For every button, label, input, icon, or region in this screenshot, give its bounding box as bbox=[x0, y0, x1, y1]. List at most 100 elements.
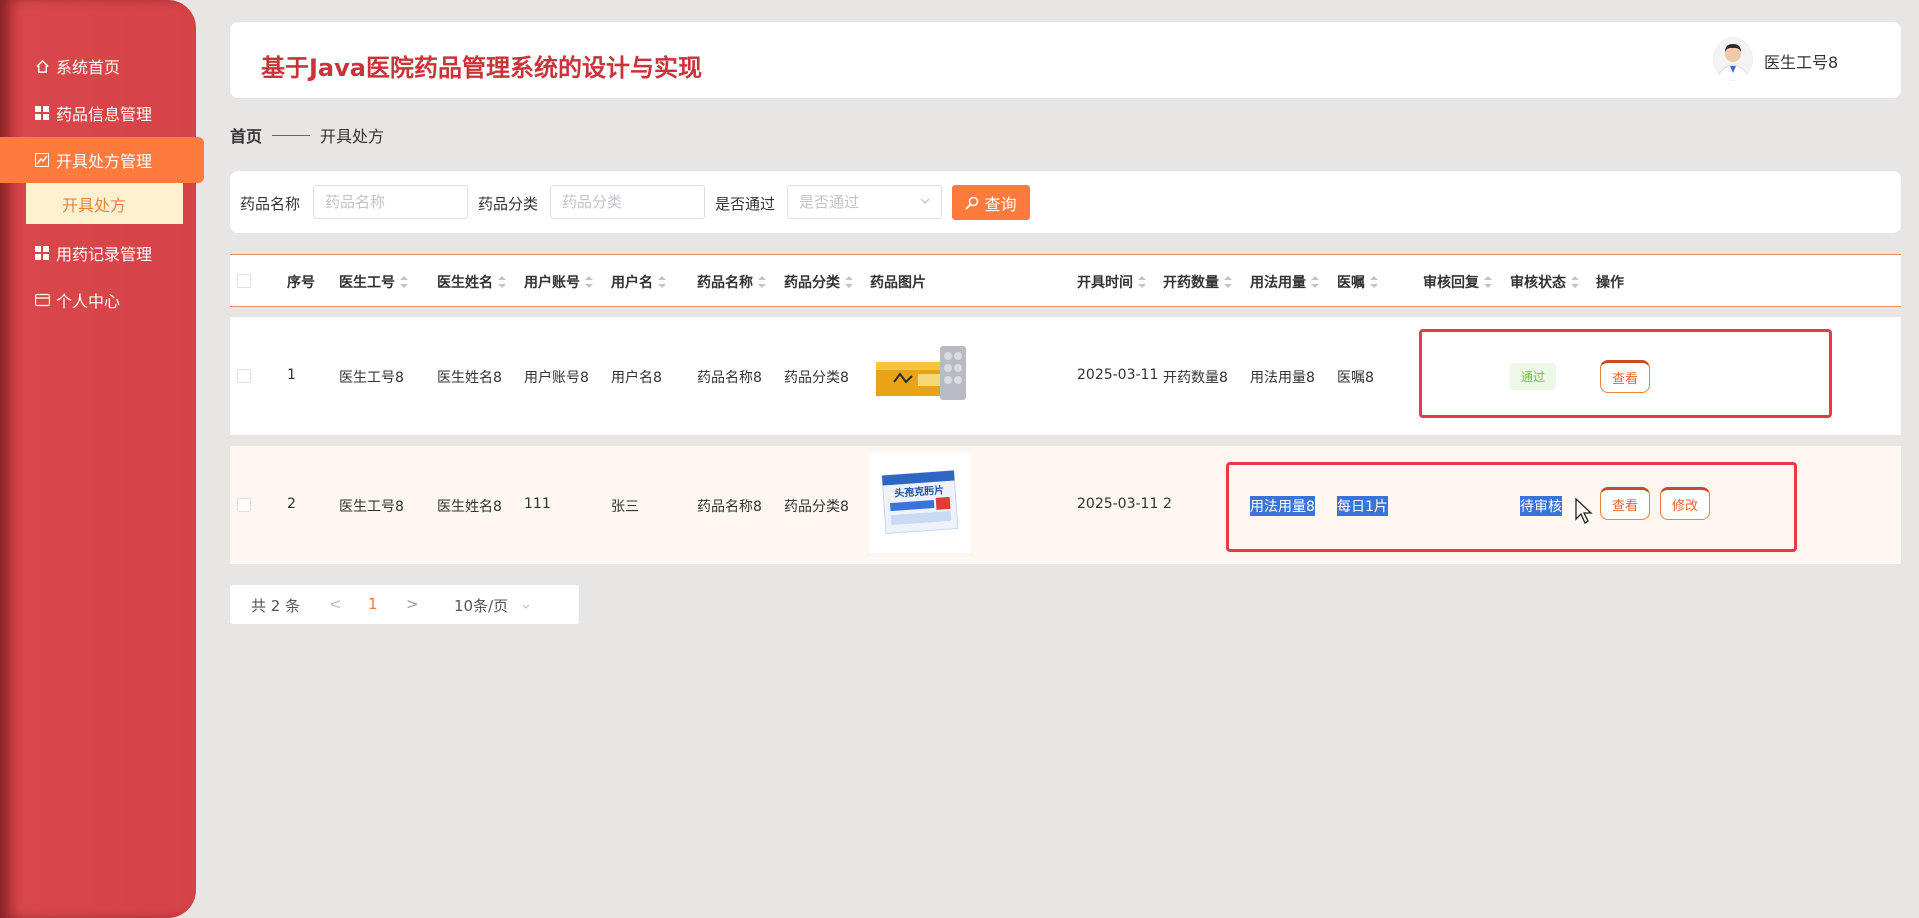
annotation-box bbox=[1419, 329, 1832, 418]
column-header: 序号 bbox=[287, 275, 315, 291]
sort-icon[interactable] bbox=[400, 275, 408, 289]
cell-index: 2 bbox=[287, 496, 296, 512]
column-header[interactable]: 开具时间 bbox=[1077, 272, 1146, 292]
header-bar: 基于Java医院药品管理系统的设计与实现 医生工号8 bbox=[230, 22, 1901, 98]
cell-usage: 用法用量8 bbox=[1250, 370, 1315, 386]
cell-quantity: 开药数量8 bbox=[1163, 370, 1228, 386]
column-header[interactable]: 药品分类 bbox=[784, 272, 853, 292]
drug-name-label: 药品名称 bbox=[240, 195, 301, 213]
sidebar-item-label: 开具处方管理 bbox=[56, 152, 153, 171]
wallet-icon bbox=[34, 292, 50, 308]
pagination-total: 共 2 条 bbox=[251, 597, 301, 615]
cell-time: 2025-03-11 bbox=[1077, 367, 1159, 383]
user-name[interactable]: 医生工号8 bbox=[1764, 49, 1838, 73]
category-label: 药品分类 bbox=[478, 195, 539, 213]
cell-doctor-name: 医生姓名8 bbox=[437, 499, 502, 515]
category-input[interactable]: 药品分类 bbox=[550, 185, 705, 219]
search-button-label: 查询 bbox=[984, 194, 1017, 214]
sort-icon[interactable] bbox=[1138, 275, 1146, 289]
column-header[interactable]: 用户名 bbox=[611, 272, 666, 292]
sidebar-item-label: 药品信息管理 bbox=[56, 105, 153, 124]
sort-icon[interactable] bbox=[1571, 275, 1579, 289]
annotation-box bbox=[1226, 462, 1797, 552]
cell-drug-name: 药品名称8 bbox=[697, 370, 762, 386]
search-icon bbox=[965, 196, 979, 210]
sort-icon[interactable] bbox=[1370, 275, 1378, 289]
filter-bar: 药品名称 药品名称 药品分类 药品分类 是否通过 是否通过 查询 bbox=[230, 171, 1901, 233]
table-header: 序号 医生工号 医生姓名 用户账号 用户名 药品名称 药品分类 药品图片 开具时… bbox=[230, 254, 1901, 307]
drug-name-input[interactable]: 药品名称 bbox=[313, 185, 468, 219]
column-header[interactable]: 药品名称 bbox=[697, 272, 766, 292]
sort-icon[interactable] bbox=[758, 275, 766, 289]
column-header: 操作 bbox=[1596, 275, 1624, 291]
submenu-item-prescription[interactable]: 开具处方 bbox=[26, 183, 183, 224]
cell-doctor-name: 医生姓名8 bbox=[437, 370, 502, 386]
drug-image[interactable] bbox=[870, 324, 970, 424]
avatar[interactable] bbox=[1713, 37, 1753, 81]
sidebar-item-label: 系统首页 bbox=[56, 58, 121, 77]
cell-advice: 医嘱8 bbox=[1337, 370, 1374, 386]
column-header[interactable]: 医生姓名 bbox=[437, 272, 506, 292]
breadcrumb: 首页 开具处方 bbox=[230, 123, 384, 147]
approved-placeholder: 是否通过 bbox=[799, 193, 860, 211]
chart-icon bbox=[34, 152, 50, 168]
cell-user-account: 111 bbox=[524, 496, 551, 512]
sort-icon[interactable] bbox=[1484, 275, 1492, 289]
cell-doctor-id: 医生工号8 bbox=[339, 499, 404, 515]
column-header[interactable]: 医生工号 bbox=[339, 272, 408, 292]
grid-icon bbox=[34, 105, 50, 121]
sidebar-item-medication-records[interactable]: 用药记录管理 bbox=[0, 230, 196, 276]
select-all-checkbox[interactable] bbox=[237, 274, 251, 288]
sort-icon[interactable] bbox=[1311, 275, 1319, 289]
cell-quantity: 2 bbox=[1163, 496, 1172, 512]
sidebar-item-personal-center[interactable]: 个人中心 bbox=[0, 277, 196, 323]
page-size-select[interactable]: 10条/页 bbox=[454, 595, 531, 616]
row-checkbox[interactable] bbox=[237, 369, 251, 383]
column-header: 药品图片 bbox=[870, 275, 926, 291]
breadcrumb-separator bbox=[272, 134, 311, 136]
grid-icon bbox=[34, 245, 50, 261]
cell-doctor-id: 医生工号8 bbox=[339, 370, 404, 386]
column-header[interactable]: 医嘱 bbox=[1337, 272, 1378, 292]
cell-user-name: 张三 bbox=[611, 499, 639, 515]
sort-icon[interactable] bbox=[498, 275, 506, 289]
sort-icon[interactable] bbox=[658, 275, 666, 289]
cell-drug-name: 药品名称8 bbox=[697, 499, 762, 515]
sort-icon[interactable] bbox=[845, 275, 853, 289]
column-header[interactable]: 用户账号 bbox=[524, 272, 593, 292]
drug-name-placeholder: 药品名称 bbox=[325, 193, 386, 211]
column-header[interactable]: 用法用量 bbox=[1250, 272, 1319, 292]
cell-user-name: 用户名8 bbox=[611, 370, 662, 386]
chevron-down-icon bbox=[521, 597, 531, 615]
pagination-prev[interactable]: < bbox=[329, 595, 342, 613]
sidebar-item-drug-info[interactable]: 药品信息管理 bbox=[0, 90, 196, 136]
app-title: 基于Java医院药品管理系统的设计与实现 bbox=[261, 54, 702, 82]
approved-select[interactable]: 是否通过 bbox=[787, 185, 942, 219]
row-checkbox[interactable] bbox=[237, 498, 251, 512]
sidebar-item-prescription[interactable]: 开具处方管理 bbox=[0, 137, 204, 183]
column-header[interactable]: 审核状态 bbox=[1510, 272, 1579, 292]
chevron-down-icon bbox=[919, 186, 931, 229]
submenu-item-label: 开具处方 bbox=[62, 195, 127, 215]
page-size-label: 10条/页 bbox=[454, 597, 509, 615]
breadcrumb-current: 开具处方 bbox=[320, 127, 385, 146]
sort-icon[interactable] bbox=[1224, 275, 1232, 289]
sort-icon[interactable] bbox=[585, 275, 593, 289]
breadcrumb-home[interactable]: 首页 bbox=[230, 123, 262, 147]
cell-user-account: 用户账号8 bbox=[524, 370, 589, 386]
cell-drug-category: 药品分类8 bbox=[784, 370, 849, 386]
pagination-next[interactable]: > bbox=[406, 595, 419, 613]
sidebar-item-label: 用药记录管理 bbox=[56, 245, 153, 264]
sidebar: 系统首页 药品信息管理 开具处方管理 用药记录管理 个人中心 bbox=[0, 0, 204, 918]
cell-drug-category: 药品分类8 bbox=[784, 499, 849, 515]
search-button[interactable]: 查询 bbox=[952, 185, 1030, 220]
category-placeholder: 药品分类 bbox=[562, 193, 623, 211]
column-header[interactable]: 开药数量 bbox=[1163, 272, 1232, 292]
column-header[interactable]: 审核回复 bbox=[1423, 272, 1492, 292]
drug-image[interactable]: 头孢克肟片 bbox=[870, 453, 970, 553]
sidebar-item-home[interactable]: 系统首页 bbox=[0, 43, 196, 89]
pagination-current-page[interactable]: 1 bbox=[368, 595, 378, 613]
cell-time: 2025-03-11 bbox=[1077, 496, 1159, 512]
sidebar-item-label: 个人中心 bbox=[56, 292, 121, 311]
cell-index: 1 bbox=[287, 367, 296, 383]
